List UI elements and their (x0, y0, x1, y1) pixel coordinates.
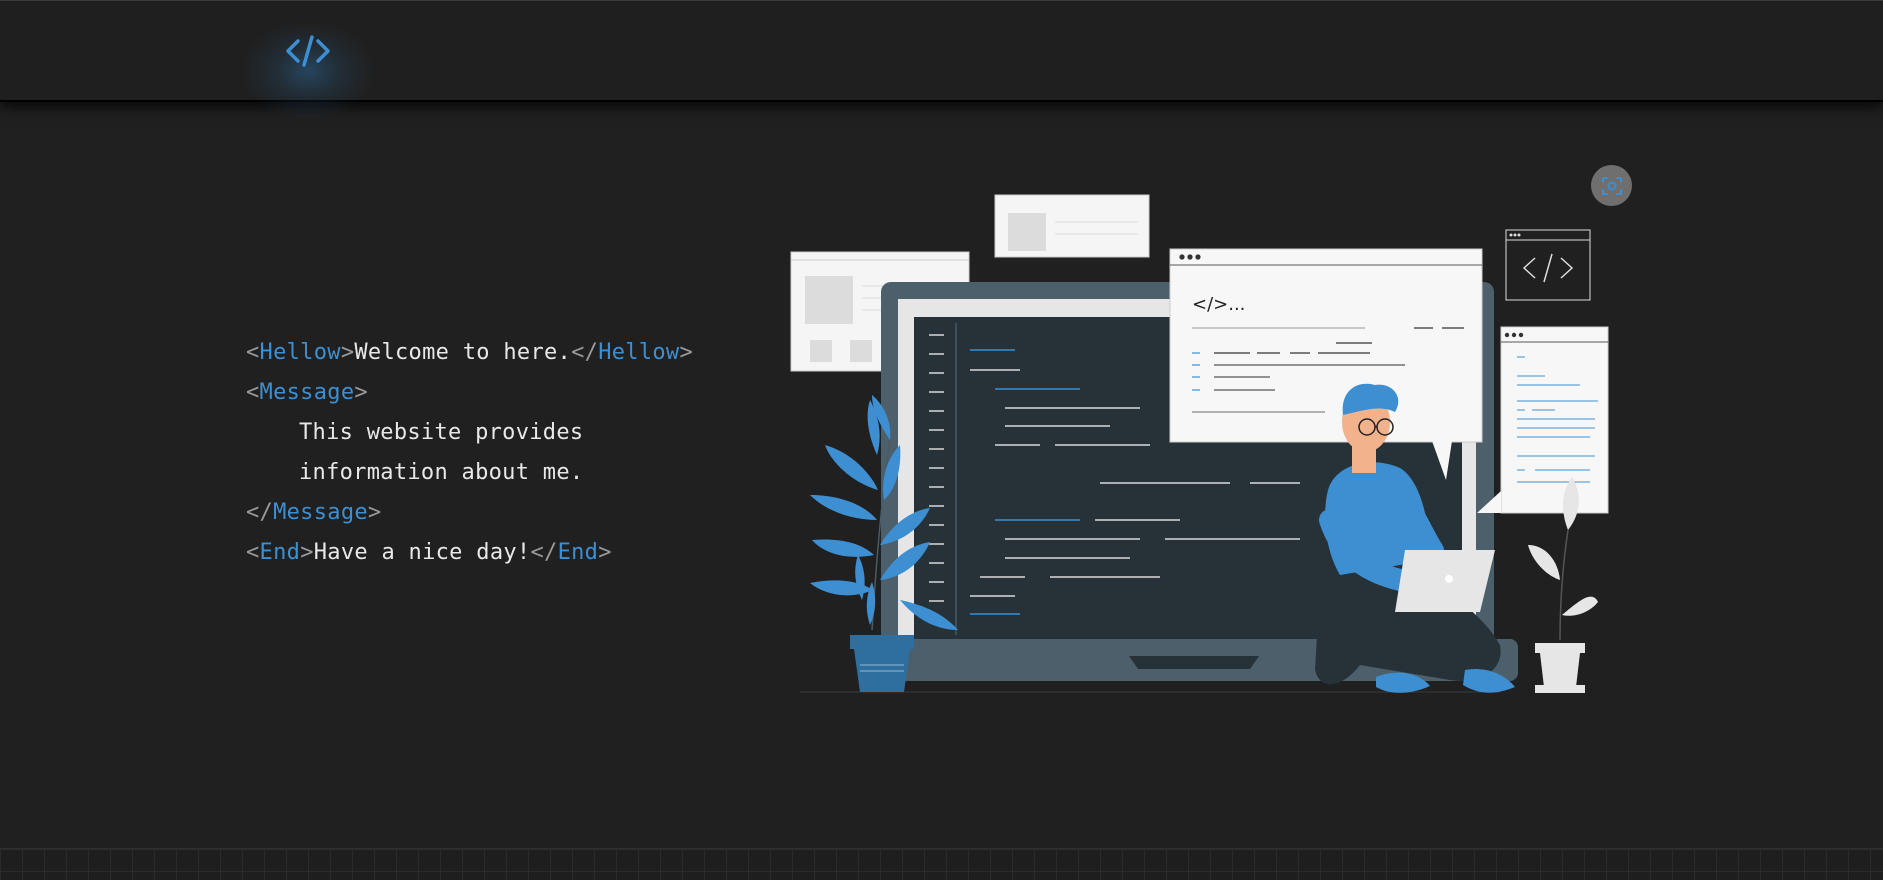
developer-illustration: </>... (780, 190, 1620, 710)
code-line-message-text-1: This website provides (246, 413, 693, 453)
end-open-tag: End (259, 540, 301, 565)
hellow-close-tag: Hellow (598, 340, 680, 365)
message-close-tag: Message (273, 500, 368, 525)
code-line-message-open: <Message> (246, 380, 368, 405)
hellow-open-tag: Hellow (259, 340, 341, 365)
message-open-tag: Message (259, 380, 355, 405)
end-close-tag: End (557, 540, 599, 565)
wireframe-window-top (994, 194, 1150, 258)
message-text-1: This website provides (299, 420, 584, 445)
speech-bubble-code: </>... (1192, 294, 1245, 315)
footer-grid (0, 848, 1883, 880)
end-text: Have a nice day! (313, 540, 531, 565)
scan-button[interactable] (1591, 165, 1632, 206)
code-window-outline (1505, 229, 1591, 301)
welcome-text: Welcome to here. (354, 340, 572, 365)
top-navbar (0, 0, 1883, 121)
code-line-message-close: </Message> (246, 500, 382, 525)
code-line-message-text-2: information about me. (246, 453, 693, 493)
intro-code-block: <Hellow>Welcome to here.</Hellow> <Messa… (246, 333, 693, 573)
message-text-2: information about me. (299, 460, 584, 485)
scan-icon (1601, 176, 1622, 195)
code-line-hellow: <Hellow>Welcome to here.</Hellow> (246, 340, 694, 365)
document-window-right (1477, 326, 1609, 514)
code-brackets-icon[interactable] (284, 31, 332, 71)
code-line-end: <End>Have a nice day!</End> (246, 540, 612, 565)
